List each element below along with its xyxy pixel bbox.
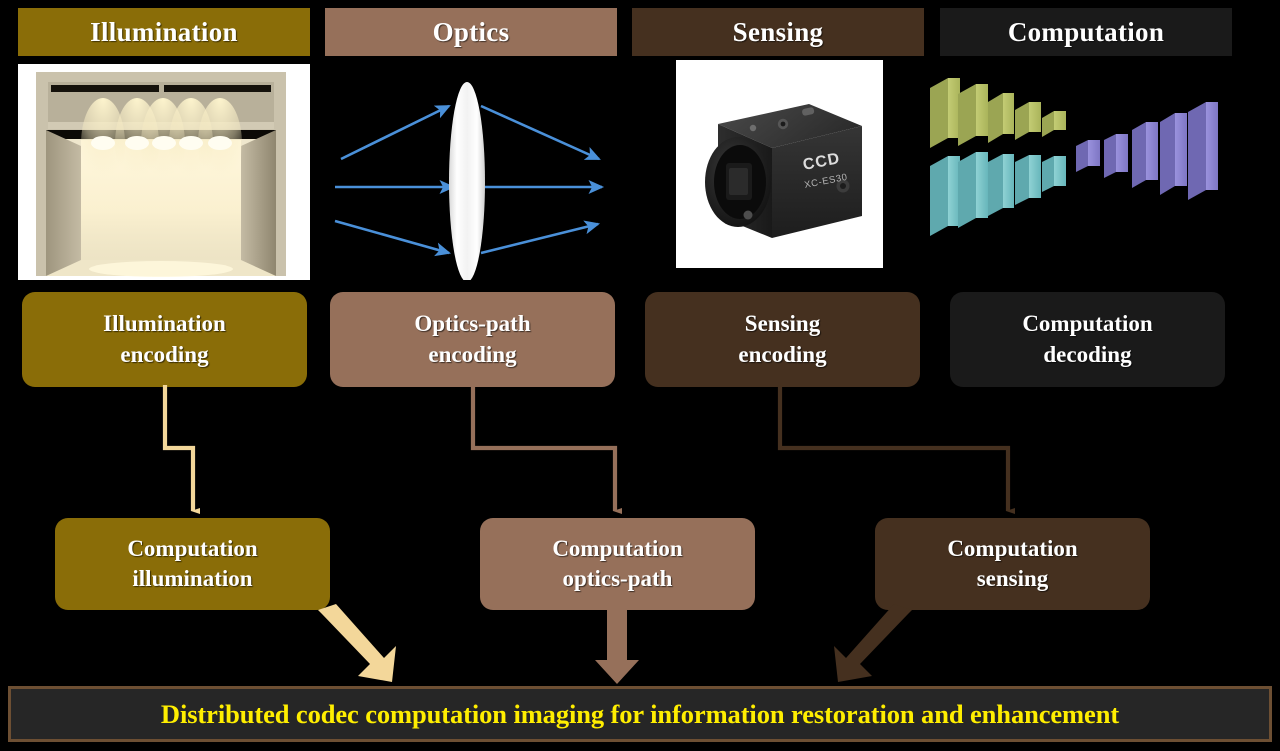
box-computation-decoding-line2: decoding bbox=[1043, 341, 1132, 367]
neural-network-diagram: Two-branch convolutional encoder merging… bbox=[930, 66, 1230, 266]
box-illumination-encoding-line2: encoding bbox=[120, 341, 209, 367]
box-optics-path-encoding[interactable]: Optics-path encoding bbox=[330, 292, 615, 387]
box-computation-optics-path-line1: Computation bbox=[552, 535, 683, 561]
illumination-connector bbox=[162, 385, 200, 514]
box-computation-illumination-line1: Computation bbox=[127, 535, 258, 561]
summary-banner: Distributed codec computation imaging fo… bbox=[8, 686, 1272, 742]
header-sensing: Sensing bbox=[632, 8, 924, 56]
box-computation-optics-path[interactable]: Computation optics-path bbox=[480, 518, 755, 610]
box-computation-decoding-line1: Computation bbox=[1022, 311, 1153, 337]
nn-decoder-stack bbox=[1076, 102, 1218, 200]
header-sensing-label: Sensing bbox=[732, 16, 824, 47]
header-illumination: Illumination bbox=[18, 8, 310, 56]
box-computation-illumination-line2: illumination bbox=[132, 566, 253, 591]
header-computation: Computation bbox=[940, 8, 1232, 56]
box-sensing-encoding[interactable]: Sensing encoding bbox=[645, 292, 920, 387]
optics-connector bbox=[470, 385, 622, 514]
illumination-final-arrow bbox=[318, 604, 396, 682]
header-optics: Optics bbox=[325, 8, 617, 56]
optics-final-arrow bbox=[595, 604, 639, 684]
nn-branch-top bbox=[930, 78, 1066, 148]
box-optics-path-encoding-line2: encoding bbox=[428, 341, 517, 367]
header-computation-label: Computation bbox=[1007, 16, 1165, 47]
sensing-final-arrow bbox=[834, 604, 912, 682]
box-sensing-encoding-line1: Sensing bbox=[744, 311, 821, 337]
box-optics-path-encoding-line1: Optics-path bbox=[414, 311, 531, 337]
ccd-camera-photo: Black industrial CCD camera body bbox=[676, 60, 883, 268]
box-computation-sensing[interactable]: Computation sensing bbox=[875, 518, 1150, 610]
box-illumination-encoding[interactable]: Illumination encoding bbox=[22, 292, 307, 387]
box-sensing-encoding-line2: encoding bbox=[738, 341, 827, 367]
sensing-connector bbox=[777, 385, 1015, 514]
box-illumination-encoding-line1: Illumination bbox=[103, 311, 226, 337]
box-computation-illumination[interactable]: Computation illumination bbox=[55, 518, 330, 610]
lens-ray-diagram: Biconvex lens with blue rays converging … bbox=[325, 64, 617, 282]
illumination-light-box-photo: Light box enclosure with five downward s… bbox=[18, 64, 310, 280]
box-computation-sensing-line1: Computation bbox=[947, 535, 1078, 561]
summary-banner-text: Distributed codec computation imaging fo… bbox=[160, 698, 1120, 729]
box-computation-sensing-line2: sensing bbox=[976, 566, 1049, 591]
header-illumination-label: Illumination bbox=[90, 16, 238, 47]
header-optics-label: Optics bbox=[432, 16, 510, 47]
diagram-canvas: Illumination Optics Sensing Computation … bbox=[0, 0, 1280, 751]
box-computation-optics-path-line2: optics-path bbox=[562, 566, 673, 591]
nn-branch-bottom bbox=[930, 152, 1066, 236]
box-computation-decoding[interactable]: Computation decoding bbox=[950, 292, 1225, 387]
